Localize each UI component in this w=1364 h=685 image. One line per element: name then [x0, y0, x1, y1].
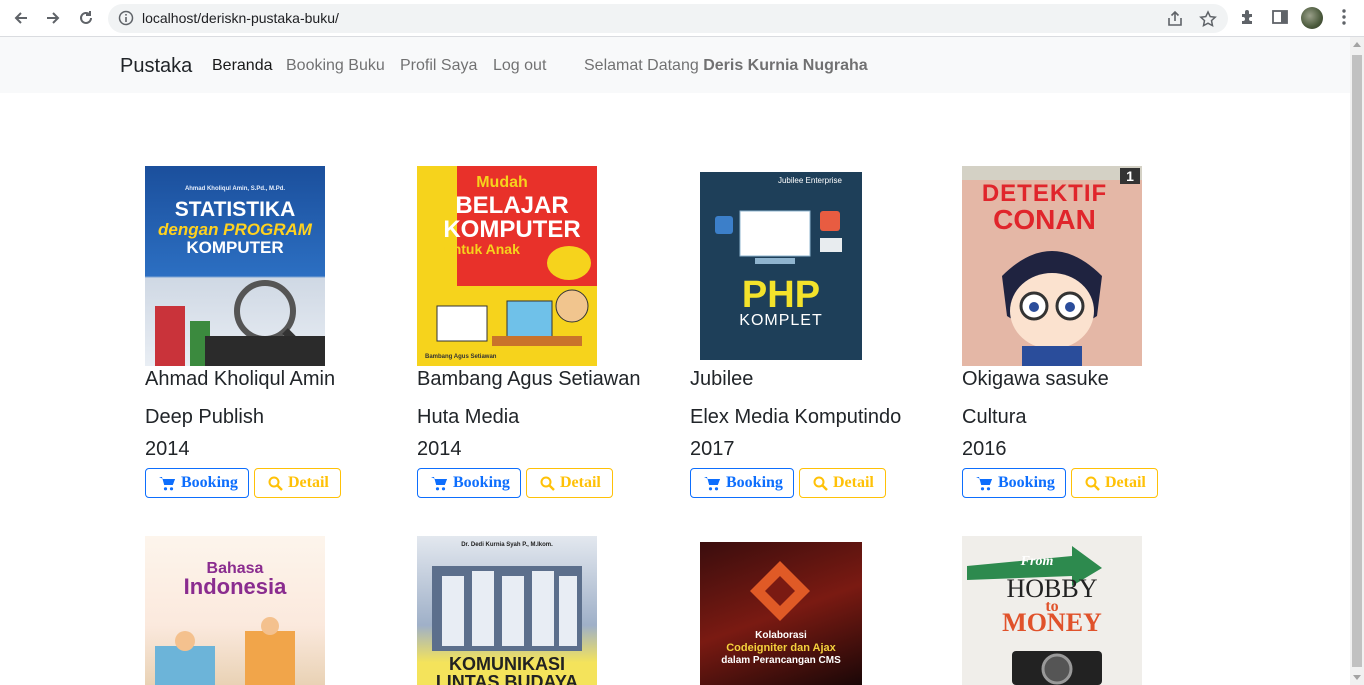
cover-illustration: [155, 617, 295, 685]
side-panel-icon[interactable]: [1271, 8, 1289, 31]
cover-text: MONEY: [1002, 608, 1102, 637]
book-cover-image[interactable]: Bahasa Indonesia: [145, 536, 325, 685]
book-author: Bambang Agus Setiawan: [417, 368, 641, 390]
book-year: 2017: [690, 438, 735, 460]
book-cover-image[interactable]: DETEKTIF CONAN 1: [962, 166, 1142, 366]
detail-button[interactable]: Detail: [1071, 468, 1158, 498]
scroll-up-arrow[interactable]: [1353, 42, 1361, 47]
site-navbar: Pustaka Beranda Booking Buku Profil Saya…: [0, 37, 1350, 93]
cover-illustration: [750, 561, 810, 621]
cover-text: STATISTIKA: [174, 198, 296, 221]
menu-kebab-icon[interactable]: [1338, 8, 1350, 31]
cart-icon: [431, 476, 447, 490]
site-info-icon[interactable]: [118, 10, 134, 31]
detail-label: Detail: [560, 474, 601, 491]
url-text: localhost/deriskn-pustaka-buku/: [142, 10, 339, 26]
cart-icon: [159, 476, 175, 490]
book-cover-image[interactable]: Mudah BELAJAR KOMPUTER untuk Anak Bamban…: [417, 166, 597, 366]
reload-icon[interactable]: [74, 6, 98, 30]
forward-icon[interactable]: [41, 6, 65, 30]
booking-button[interactable]: Booking: [417, 468, 521, 498]
welcome-user: Deris Kurnia Nugraha: [703, 57, 868, 74]
search-icon: [268, 476, 283, 491]
cover-text: Bambang Agus Setiawan: [425, 354, 497, 360]
cover-text: CONAN: [993, 204, 1096, 235]
detail-label: Detail: [1105, 474, 1146, 491]
cover-illustration: [715, 210, 842, 264]
book-cover-image[interactable]: Dr. Dedi Kurnia Syah P., M.Ikom. KOMUNIK…: [417, 536, 597, 685]
book-publisher: Elex Media Komputindo: [690, 406, 902, 428]
book-year: 2014: [417, 438, 462, 460]
cover-text: From: [1020, 554, 1054, 569]
booking-label: Booking: [726, 474, 783, 491]
cover-text: 1: [1120, 168, 1140, 184]
cover-text: Indonesia: [183, 574, 287, 599]
book-cover-image[interactable]: Ahmad Kholiqul Amin, S.Pd., M.Pd. STATIS…: [145, 166, 325, 366]
search-icon: [1085, 476, 1100, 491]
profile-avatar[interactable]: [1301, 7, 1323, 29]
cover-text: dalam Perancangan CMS: [721, 655, 841, 666]
cover-illustration: [432, 566, 582, 651]
back-icon[interactable]: [9, 6, 33, 30]
detail-button[interactable]: Detail: [526, 468, 613, 498]
book-author: Jubilee: [690, 368, 754, 390]
cart-icon: [704, 476, 720, 490]
book-year: 2016: [962, 438, 1007, 460]
cart-icon: [976, 476, 992, 490]
book-publisher: Huta Media: [417, 406, 520, 428]
cover-text: KOMPUTER: [186, 238, 284, 257]
book-publisher: Cultura: [962, 406, 1027, 428]
booking-label: Booking: [181, 474, 238, 491]
cover-illustration: [155, 280, 325, 366]
book-publisher: Deep Publish: [145, 406, 264, 428]
nav-booking-buku[interactable]: Booking Buku: [286, 57, 385, 75]
scroll-thumb[interactable]: [1352, 55, 1362, 667]
cover-illustration: [1002, 251, 1102, 366]
book-cover-image[interactable]: Kolaborasi Codeigniter dan Ajax dalam Pe…: [690, 536, 870, 685]
cover-text: untuk Anak: [444, 241, 520, 257]
booking-button[interactable]: Booking: [690, 468, 794, 498]
cover-illustration: [436, 289, 589, 346]
cover-text: KOMPUTER: [443, 216, 581, 243]
booking-label: Booking: [998, 474, 1055, 491]
cover-text: LINTAS BUDAYA: [435, 672, 579, 685]
address-bar[interactable]: localhost/deriskn-pustaka-buku/: [108, 4, 1228, 33]
cover-text: Dr. Dedi Kurnia Syah P., M.Ikom.: [461, 542, 553, 548]
detail-button[interactable]: Detail: [799, 468, 886, 498]
nav-log-out[interactable]: Log out: [493, 57, 546, 75]
cover-text: dengan PROGRAM: [158, 220, 312, 239]
booking-label: Booking: [453, 474, 510, 491]
detail-button[interactable]: Detail: [254, 468, 341, 498]
bookmark-star-icon[interactable]: [1199, 10, 1217, 28]
cover-text: PHP: [741, 274, 821, 316]
cover-text: Jubilee Enterprise: [777, 176, 843, 185]
welcome-prefix: Selamat Datang: [584, 57, 699, 74]
cover-illustration: [1012, 651, 1102, 685]
cover-text: Ahmad Kholiqul Amin, S.Pd., M.Pd.: [184, 186, 286, 192]
cover-text: Codeigniter dan Ajax: [726, 642, 836, 654]
book-author: Okigawa sasuke: [962, 368, 1109, 390]
share-icon[interactable]: [1166, 10, 1184, 28]
nav-profil-saya[interactable]: Profil Saya: [400, 57, 477, 75]
nav-beranda[interactable]: Beranda: [212, 57, 273, 75]
book-cover-image[interactable]: From HOBBY to MONEY: [962, 536, 1142, 685]
extensions-icon[interactable]: [1239, 8, 1257, 31]
brand-logo[interactable]: Pustaka: [120, 55, 192, 78]
search-icon: [540, 476, 555, 491]
book-cover-image[interactable]: Jubilee Enterprise PHP KOMPLET: [690, 166, 870, 366]
search-icon: [813, 476, 828, 491]
detail-label: Detail: [833, 474, 874, 491]
booking-button[interactable]: Booking: [962, 468, 1066, 498]
cover-text: Kolaborasi: [755, 630, 807, 641]
detail-label: Detail: [288, 474, 329, 491]
browser-toolbar: localhost/deriskn-pustaka-buku/: [0, 0, 1364, 37]
book-author: Ahmad Kholiqul Amin: [145, 368, 336, 390]
book-year: 2014: [145, 438, 190, 460]
booking-button[interactable]: Booking: [145, 468, 249, 498]
page-scrollbar[interactable]: [1350, 37, 1364, 685]
welcome-message: Selamat Datang Deris Kurnia Nugraha: [584, 57, 868, 75]
cover-text: Mudah: [476, 174, 528, 191]
scroll-down-arrow[interactable]: [1353, 675, 1361, 680]
cover-text: KOMPLET: [739, 312, 823, 329]
